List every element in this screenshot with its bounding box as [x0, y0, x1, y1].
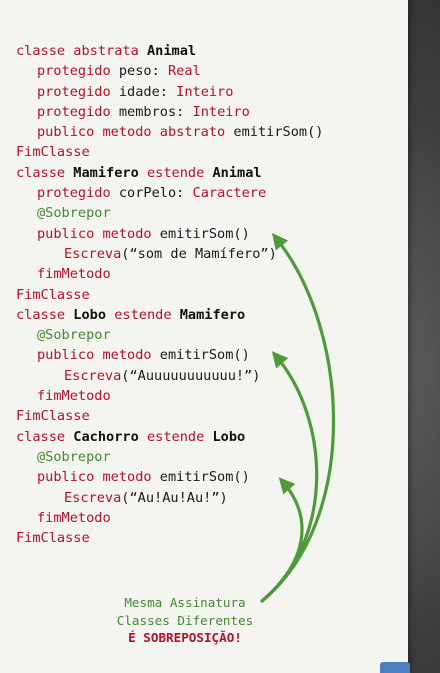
code-line-class-cachorro: classe Cachorro estende Lobo	[16, 427, 408, 447]
keyword: classe	[16, 306, 74, 323]
pseudocode-block: classe abstrata Animal protegido peso: R…	[16, 41, 408, 548]
code-line-class-animal: classe abstrata Animal	[16, 41, 408, 61]
method-name: emitirSom()	[233, 124, 324, 141]
code-line-end-method: fimMetodo	[16, 386, 408, 406]
code-line-method: publico metodo emitirSom()	[16, 224, 408, 244]
code-line-write: Escreva(“som de Mamífero”)	[16, 244, 408, 264]
type-name: Real	[167, 63, 201, 80]
keyword: FimClasse	[16, 144, 90, 161]
code-line-write: Escreva(“Au!Au!Au!”)	[16, 488, 408, 508]
code-line-write: Escreva(“Auuuuuuuuuuu!”)	[16, 366, 408, 386]
type-name: Inteiro	[192, 103, 250, 120]
keyword: FimClasse	[16, 408, 90, 425]
class-name: Lobo	[73, 306, 107, 323]
override-annotation: @Sobrepor	[37, 205, 111, 222]
keyword: FimClasse	[16, 530, 90, 547]
code-line-end-class: FimClasse	[16, 406, 408, 426]
override-note: Mesma Assinatura Classes Diferentes É SO…	[80, 594, 290, 647]
code-line-annotation: @Sobrepor	[16, 325, 408, 345]
code-slide: classe abstrata Animal protegido peso: R…	[0, 0, 408, 673]
keyword: classe	[16, 164, 74, 181]
code-line-end-method: fimMetodo	[16, 264, 408, 284]
attribute-name: idade:	[118, 83, 177, 100]
corner-logo-icon	[380, 662, 410, 673]
keyword: fimMetodo	[37, 509, 111, 526]
keyword: classe	[16, 428, 74, 445]
parent-class-name: Animal	[212, 164, 262, 181]
code-line-annotation: @Sobrepor	[16, 447, 408, 467]
keyword: publico metodo	[37, 347, 160, 364]
override-annotation: @Sobrepor	[37, 448, 111, 465]
override-annotation: @Sobrepor	[37, 327, 111, 344]
keyword: publico metodo	[37, 469, 160, 486]
keyword: publico metodo	[37, 225, 160, 242]
code-line-method: publico metodo emitirSom()	[16, 467, 408, 487]
note-line-conclusion: É SOBREPOSIÇÃO!	[128, 630, 242, 645]
code-line-end-class: FimClasse	[16, 528, 408, 548]
class-name: Animal	[146, 43, 197, 59]
attribute-name: membros:	[118, 103, 193, 120]
keyword: Escreva	[64, 245, 122, 262]
keyword: protegido	[37, 63, 119, 80]
class-name: Mamifero	[73, 164, 139, 181]
keyword: Escreva	[64, 489, 122, 506]
keyword: estende	[138, 164, 213, 181]
code-line-class-mamifero: classe Mamifero estende Animal	[16, 163, 408, 183]
parent-class-name: Lobo	[212, 428, 246, 445]
type-name: Inteiro	[176, 83, 234, 100]
code-line-abstract-method: publico metodo abstrato emitirSom()	[16, 122, 408, 142]
string-literal: (“Au!Au!Au!”)	[121, 489, 228, 506]
code-line-end-class: FimClasse	[16, 285, 408, 305]
class-name: Cachorro	[73, 428, 139, 445]
string-literal: (“Auuuuuuuuuuu!”)	[121, 367, 261, 384]
keyword: classe abstrata	[16, 43, 147, 59]
type-name: Caractere	[192, 185, 267, 202]
code-line-annotation: @Sobrepor	[16, 203, 408, 223]
code-line-attr-idade: protegido idade: Inteiro	[16, 82, 408, 102]
string-literal: (“som de Mamífero”)	[121, 245, 277, 262]
code-line-end-class: FimClasse	[16, 142, 408, 162]
code-line-class-lobo: classe Lobo estende Mamifero	[16, 305, 408, 325]
keyword: protegido	[37, 103, 119, 120]
method-name: emitirSom()	[159, 469, 250, 486]
keyword: fimMetodo	[37, 388, 111, 405]
note-line-signature: Mesma Assinatura	[124, 595, 246, 610]
note-line-classes: Classes Diferentes	[116, 612, 254, 628]
code-line-attr-peso: protegido peso: Real	[16, 61, 408, 81]
attribute-name: peso:	[118, 63, 168, 80]
keyword: FimClasse	[16, 286, 90, 303]
keyword: estende	[106, 306, 180, 323]
keyword: estende	[138, 428, 213, 445]
keyword: Escreva	[64, 367, 122, 384]
code-line-attr-corpelo: protegido corPelo: Caractere	[16, 183, 408, 203]
keyword: protegido	[37, 185, 119, 202]
parent-class-name: Mamifero	[179, 306, 246, 323]
method-name: emitirSom()	[159, 347, 250, 364]
method-name: emitirSom()	[159, 225, 250, 242]
code-line-end-method: fimMetodo	[16, 508, 408, 528]
code-line-attr-membros: protegido membros: Inteiro	[16, 102, 408, 122]
attribute-name: corPelo:	[118, 185, 193, 202]
keyword: fimMetodo	[37, 266, 111, 283]
code-line-method: publico metodo emitirSom()	[16, 345, 408, 365]
keyword: publico metodo abstrato	[37, 124, 234, 141]
keyword: protegido	[37, 83, 119, 100]
